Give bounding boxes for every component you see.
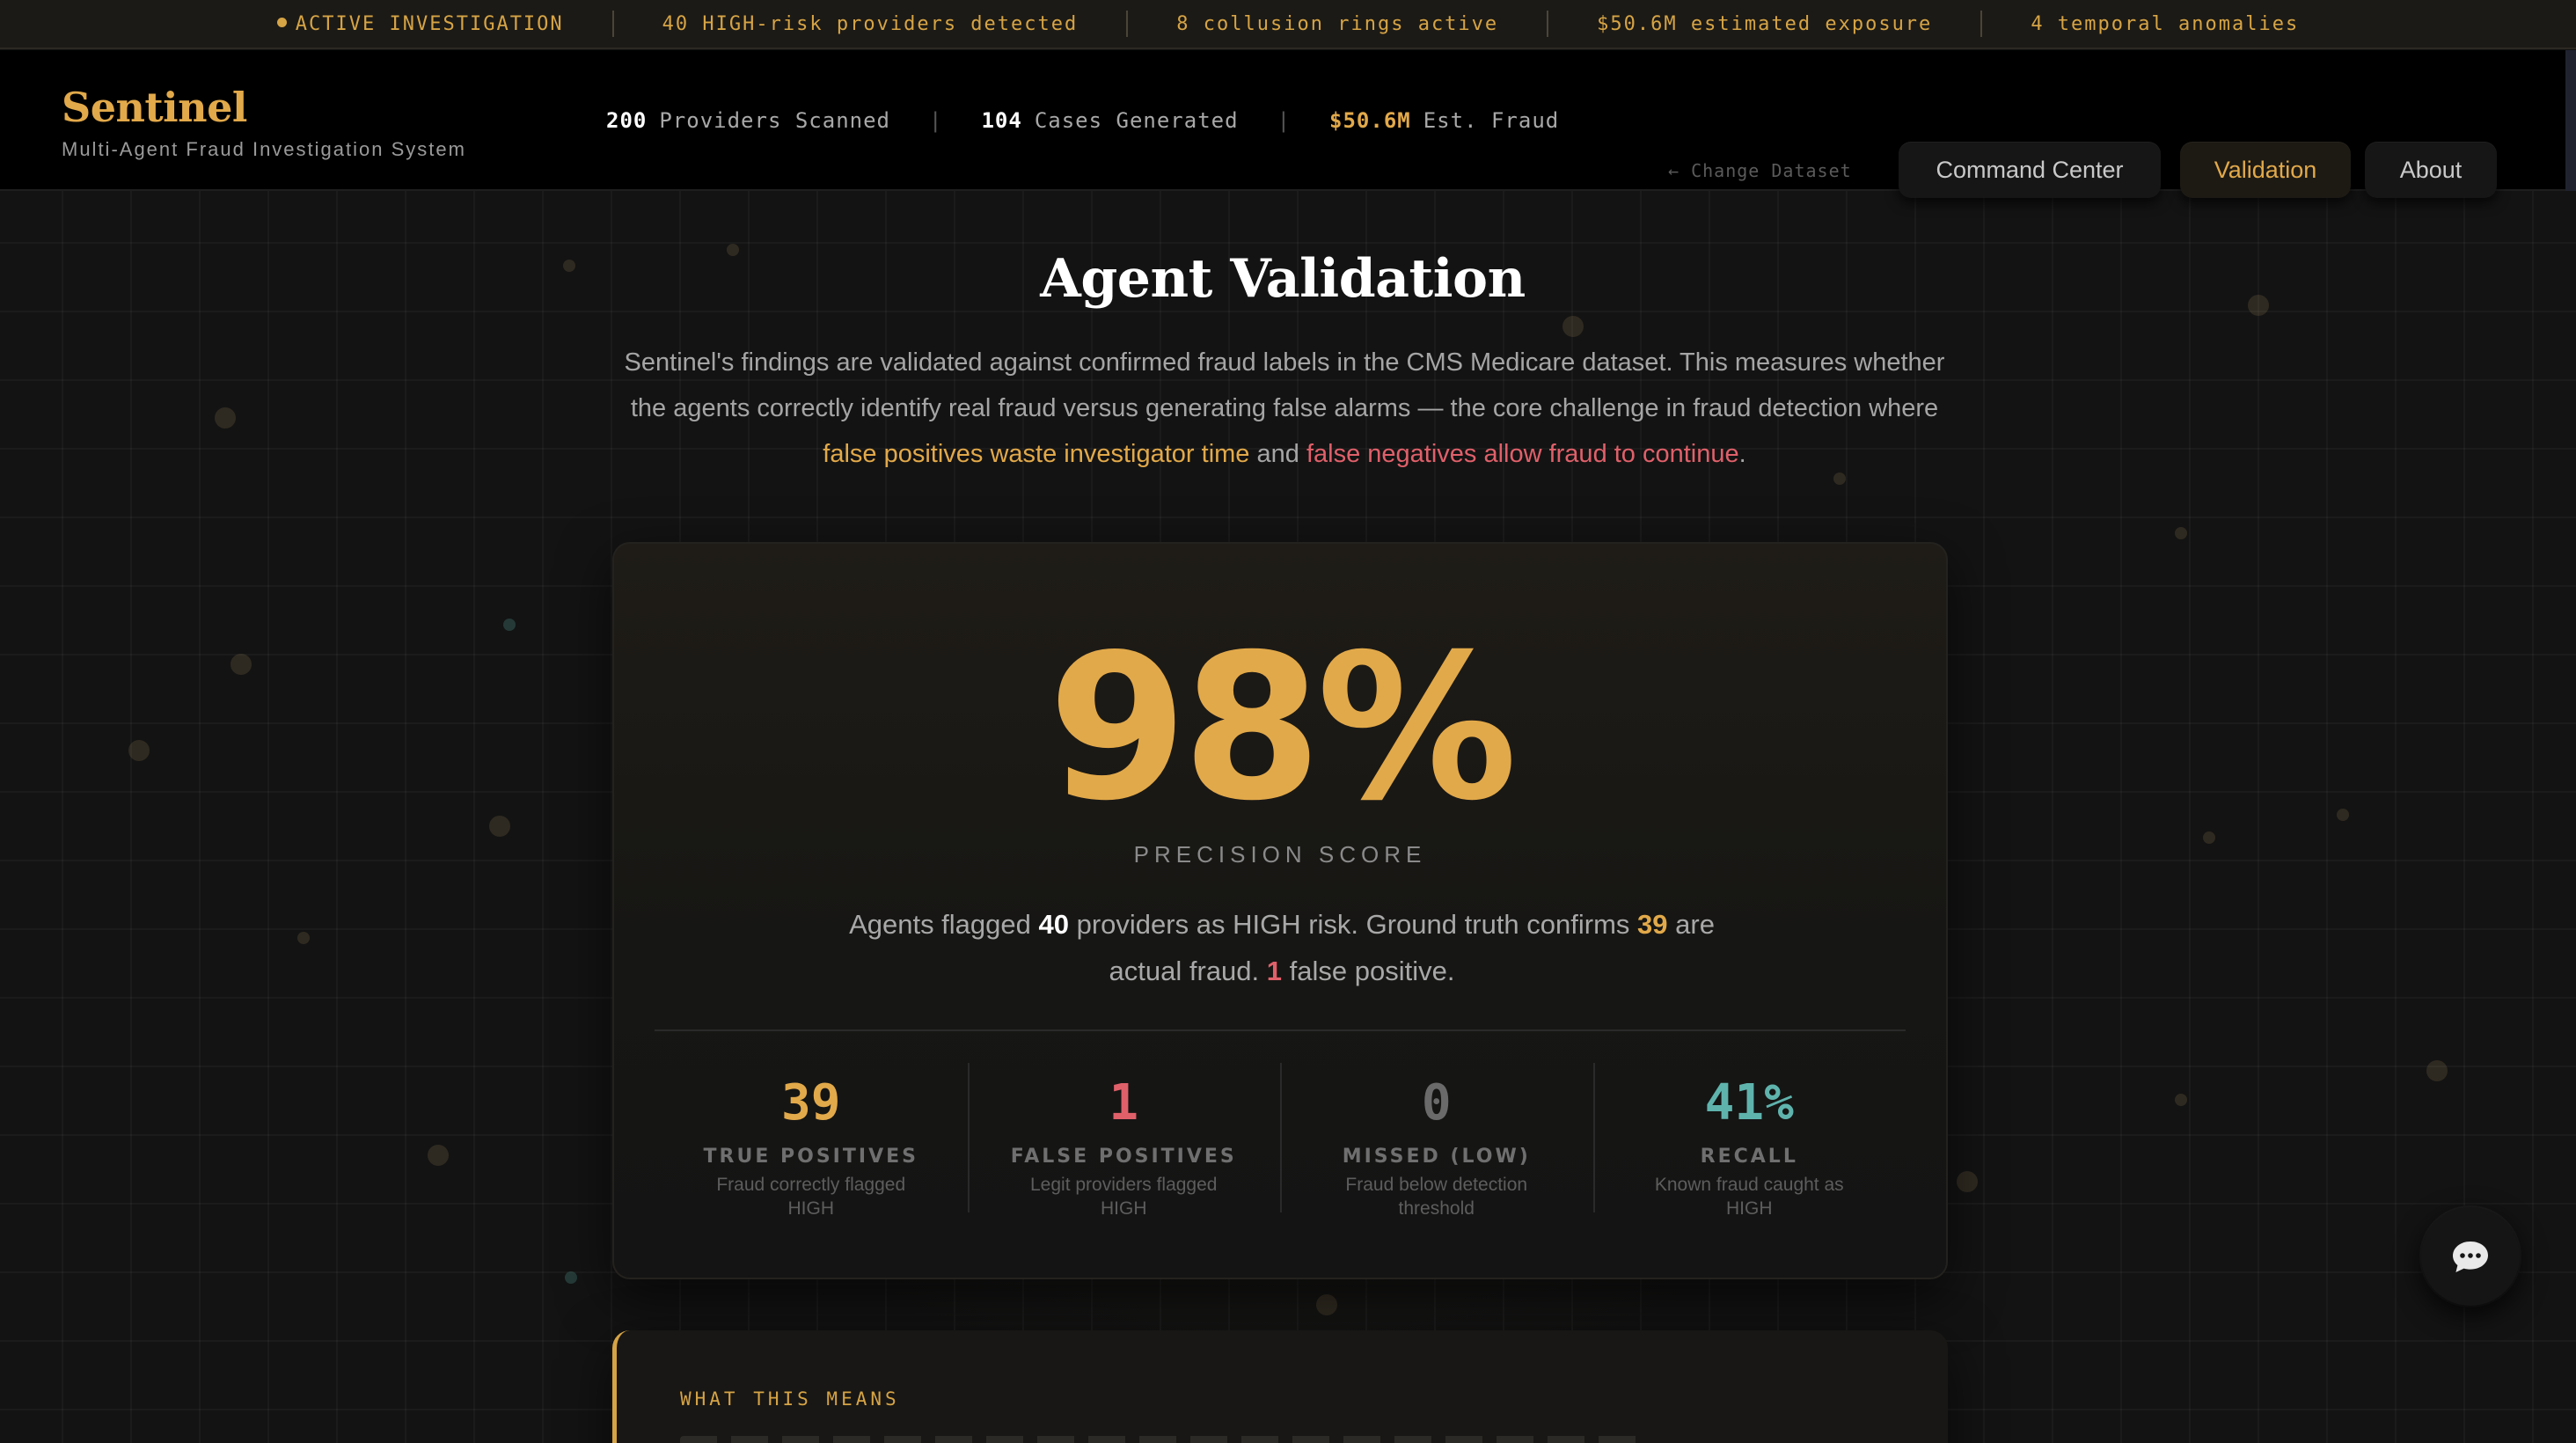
ticker-status: ACTIVE INVESTIGATION [229, 13, 612, 35]
header-stats: 200 Providers Scanned | 104 Cases Generate… [606, 108, 1559, 133]
false-positive-count: 1 [1266, 956, 1283, 986]
brand-name: Sentinel [62, 84, 247, 131]
metric-label: FALSE POSITIVES [1010, 1146, 1237, 1168]
intro-highlight-false-positives: false positives waste investigator time [823, 440, 1250, 468]
app-header: Sentinel Multi-Agent Fraud Investigation… [0, 50, 2565, 198]
network-node [1957, 1171, 1978, 1192]
metric-description: Fraud below detection threshold [1345, 1175, 1528, 1219]
stat-cases: 104 Cases Generated [981, 108, 1239, 133]
network-node [297, 932, 310, 944]
metric-description: Fraud correctly flagged HIGH [716, 1175, 906, 1219]
ticker-item: $50.6M estimated exposure [1597, 12, 1933, 35]
stat-fraud: $50.6M Est. Fraud [1329, 108, 1560, 133]
metric-value: 0 [1421, 1074, 1452, 1132]
metric-value: 41% [1704, 1074, 1794, 1132]
metric-description: Known fraud caught as HIGH [1654, 1175, 1844, 1219]
precision-label: PRECISION SCORE [1133, 841, 1427, 868]
network-node [2203, 831, 2215, 844]
clipped-heading [680, 1436, 1648, 1443]
precision-score: 98% [1048, 611, 1518, 845]
intro-paragraph: Sentinel's findings are validated agains… [624, 348, 1945, 468]
what-this-means-eyebrow: WHAT THIS MEANS [680, 1388, 900, 1410]
network-node [1562, 316, 1584, 337]
network-node [2426, 1060, 2448, 1081]
metric-false-positives: 1 FALSE POSITIVES Legit providers flagge… [967, 1063, 1281, 1221]
what-this-means-card: WHAT THIS MEANS [612, 1330, 1948, 1443]
page-title: Agent Validation [1040, 248, 1526, 310]
metrics-row: 39 TRUE POSITIVES Fraud correctly flagge… [655, 1063, 1906, 1221]
network-node [503, 619, 516, 631]
network-node [1316, 1294, 1337, 1315]
ticker-item: 8 collusion rings active [1176, 12, 1499, 35]
network-node [565, 1271, 577, 1284]
network-node [231, 654, 252, 675]
network-node [215, 407, 236, 429]
metric-value: 39 [781, 1074, 841, 1132]
metric-true-positives: 39 TRUE POSITIVES Fraud correctly flagge… [655, 1063, 968, 1221]
stat-providers: 200 Providers Scanned [606, 108, 890, 133]
status-ticker: ACTIVE INVESTIGATION 40 HIGH-risk provid… [0, 0, 2576, 49]
chat-button[interactable] [2421, 1207, 2520, 1306]
network-node [428, 1145, 449, 1166]
metric-label: RECALL [1700, 1146, 1798, 1168]
flagged-count: 40 [1038, 909, 1069, 940]
metric-label: MISSED (LOW) [1342, 1146, 1531, 1168]
stat-separator: | [1277, 108, 1292, 133]
metric-recall: 41% RECALL Known fraud caught as HIGH [1592, 1063, 1906, 1221]
confirmed-count: 39 [1637, 909, 1668, 940]
divider [655, 1029, 1906, 1031]
precision-card: 98% PRECISION SCORE Agents flagged 40 pr… [612, 542, 1948, 1279]
nav-about[interactable]: About [2365, 142, 2497, 198]
chat-bubble-icon [2453, 1242, 2488, 1272]
network-node [489, 816, 510, 837]
change-dataset-link[interactable]: ← Change Dataset [1668, 160, 1852, 181]
metric-label: TRUE POSITIVES [703, 1146, 918, 1168]
metric-description: Legit providers flagged HIGH [1030, 1175, 1218, 1219]
network-node [2175, 527, 2187, 539]
stat-separator: | [929, 108, 943, 133]
nav-validation[interactable]: Validation [2180, 142, 2351, 198]
scrollbar[interactable] [2565, 50, 2576, 191]
network-node [2175, 1094, 2187, 1106]
brand-subtitle: Multi-Agent Fraud Investigation System [62, 138, 466, 160]
network-node [128, 740, 150, 761]
metric-missed: 0 MISSED (LOW) Fraud below detection thr… [1280, 1063, 1593, 1221]
intro-highlight-false-negatives: false negatives allow fraud to continue [1306, 440, 1739, 468]
precision-summary: Agents flagged 40 providers as HIGH risk… [849, 909, 1715, 986]
ticker-item: 40 HIGH-risk providers detected [662, 12, 1079, 35]
nav-command-center[interactable]: Command Center [1899, 142, 2161, 198]
network-node [2337, 809, 2349, 821]
ticker-item: 4 temporal anomalies [2031, 12, 2300, 35]
live-dot-icon [276, 18, 287, 27]
metric-value: 1 [1109, 1074, 1139, 1132]
